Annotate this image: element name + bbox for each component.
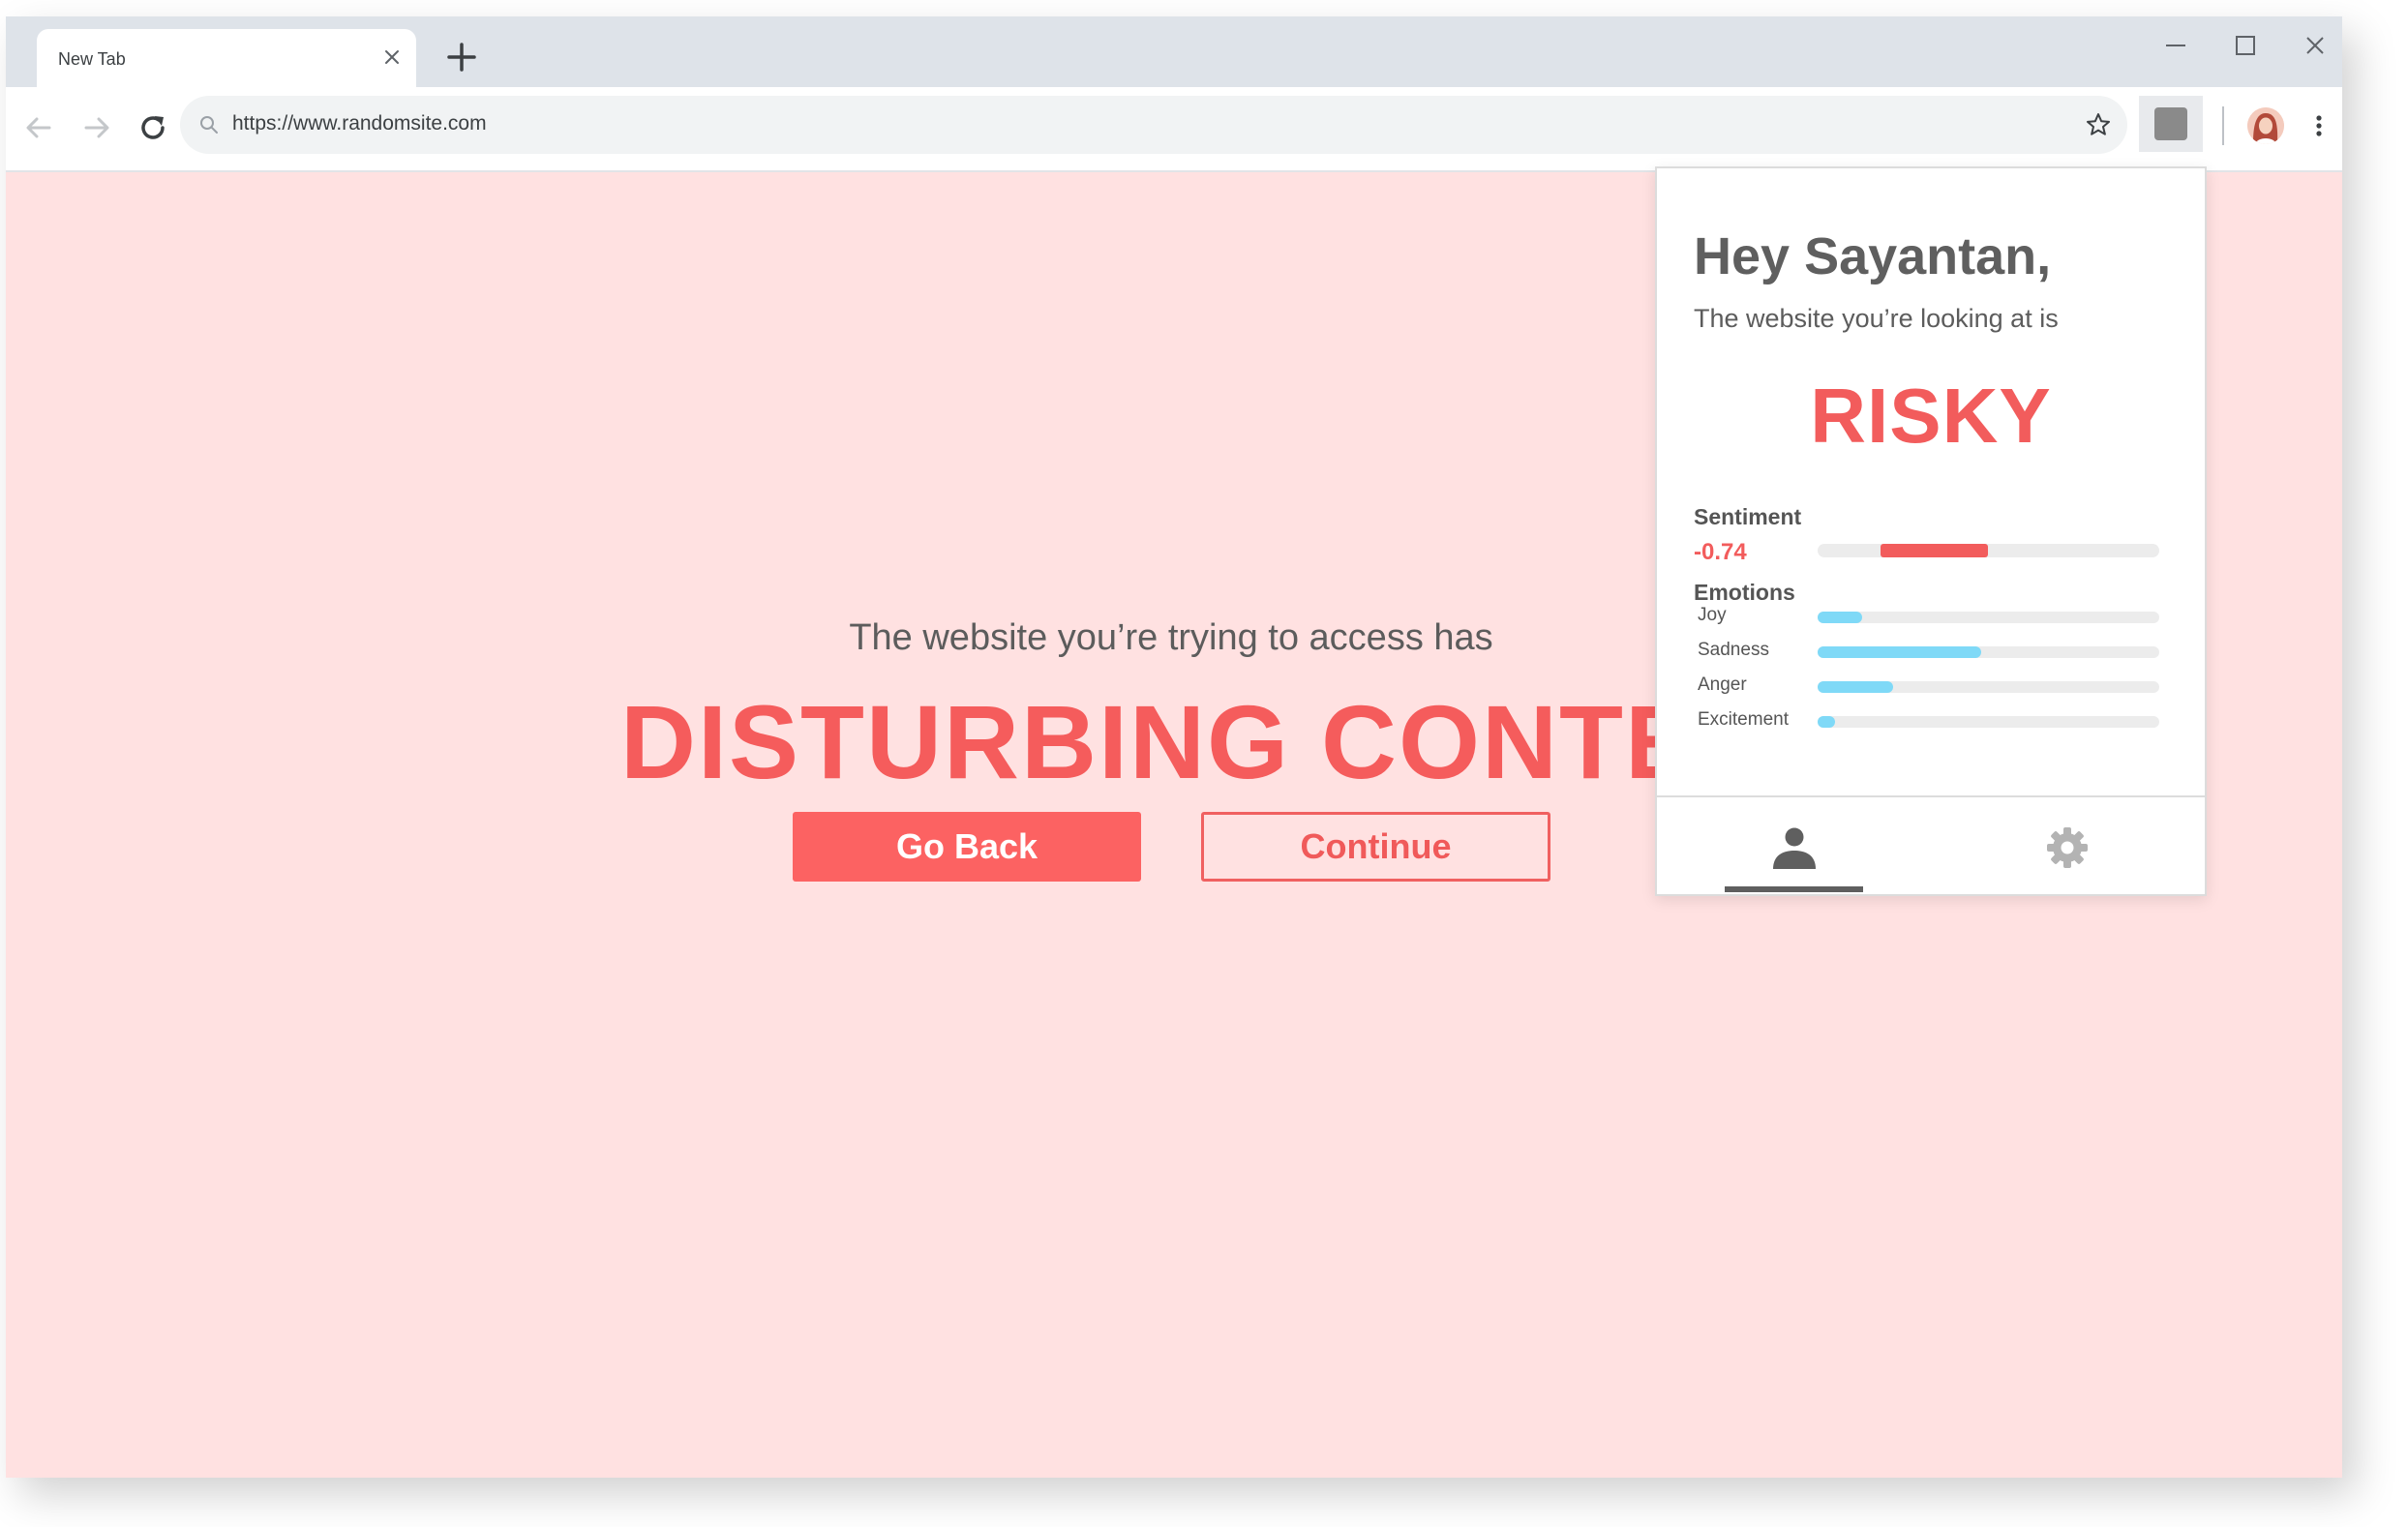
popup-description: The website you’re looking at is (1694, 304, 2059, 333)
popup-greeting: Hey Sayantan, (1694, 227, 2052, 285)
person-icon (1770, 824, 1819, 871)
emotion-bar-fill (1818, 681, 1893, 693)
bookmark-star-icon[interactable] (2083, 109, 2114, 140)
extension-button[interactable] (2139, 96, 2203, 152)
new-tab-button[interactable] (444, 40, 479, 75)
tab-settings[interactable] (1931, 797, 2205, 896)
emotion-name: Joy (1698, 605, 1727, 625)
emotion-bar (1818, 612, 2159, 623)
popup-footer (1657, 795, 2205, 894)
active-tab-indicator (1725, 886, 1863, 892)
tab-strip: New Tab (6, 16, 2342, 87)
sentiment-bar (1818, 544, 2159, 557)
emotion-row-excitement: Excitement (1698, 709, 2162, 736)
emotion-row-anger: Anger (1698, 674, 2162, 702)
reload-icon[interactable] (135, 110, 170, 145)
emotion-bar-fill (1818, 612, 1862, 623)
emotion-name: Excitement (1698, 709, 1789, 730)
minimize-icon[interactable] (2156, 26, 2195, 65)
emotion-bar (1818, 716, 2159, 728)
emotion-name: Sadness (1698, 640, 1769, 660)
search-icon (199, 115, 219, 135)
extension-popup: Hey Sayantan, The website you’re looking… (1655, 166, 2207, 896)
emotion-row-joy: Joy (1698, 605, 2162, 632)
more-menu-icon[interactable] (2302, 108, 2336, 143)
emotion-bar (1818, 681, 2159, 693)
continue-button[interactable]: Continue (1201, 812, 1550, 882)
address-bar[interactable]: https://www.randomsite.com (180, 96, 2127, 154)
go-back-button[interactable]: Go Back (793, 812, 1141, 882)
tab-profile[interactable] (1657, 797, 1931, 896)
extension-icon (2154, 107, 2187, 140)
emotion-row-sadness: Sadness (1698, 640, 2162, 667)
emotion-bar-fill (1818, 646, 1982, 658)
browser-window: New Tab https://www.randomsite.com The w… (6, 16, 2342, 1478)
back-arrow-icon[interactable] (21, 110, 56, 145)
sentiment-value: -0.74 (1694, 539, 1747, 565)
browser-tab[interactable]: New Tab (37, 29, 416, 87)
browser-toolbar: https://www.randomsite.com (6, 87, 2342, 172)
tab-title: New Tab (58, 49, 126, 69)
emotions-label: Emotions (1694, 580, 1795, 605)
close-tab-icon[interactable] (379, 45, 405, 70)
url-text[interactable]: https://www.randomsite.com (232, 112, 487, 135)
emotion-bar-fill (1818, 716, 1835, 728)
profile-avatar[interactable] (2247, 107, 2284, 144)
sentiment-bar-fill (1881, 544, 1989, 557)
emotion-name: Anger (1698, 674, 1747, 695)
maximize-icon[interactable] (2226, 26, 2265, 65)
risk-level: RISKY (1810, 373, 2052, 459)
sentiment-label: Sentiment (1694, 504, 1802, 529)
emotion-bar (1818, 646, 2159, 658)
forward-arrow-icon[interactable] (79, 110, 114, 145)
toolbar-divider (2222, 106, 2224, 145)
gear-icon (2044, 824, 2091, 871)
close-window-icon[interactable] (2296, 26, 2334, 65)
